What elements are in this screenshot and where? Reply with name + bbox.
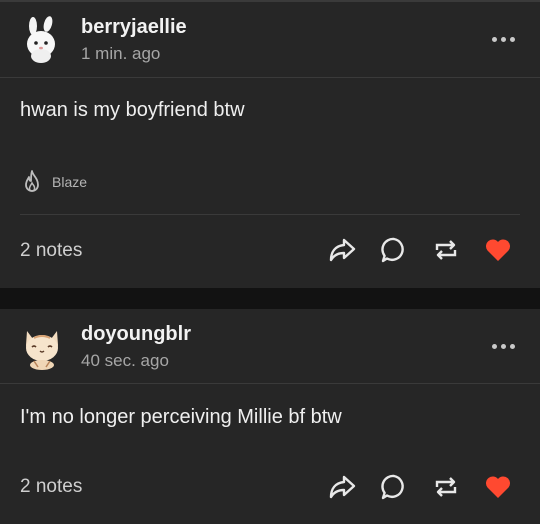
notes-count[interactable]: 2 notes	[20, 240, 82, 262]
reply-button[interactable]	[378, 471, 410, 503]
divider	[20, 214, 520, 215]
post-actions	[326, 234, 514, 266]
more-icon	[509, 343, 515, 349]
post-card: berryjaellie 1 min. ago hwan is my boyfr…	[0, 0, 540, 288]
notes-count[interactable]: 2 notes	[20, 476, 82, 498]
more-options-button[interactable]	[488, 32, 518, 46]
share-button[interactable]	[326, 234, 358, 266]
post-card: doyoungblr 40 sec. ago I'm no longer per…	[0, 309, 540, 524]
reblog-icon	[435, 477, 457, 497]
post-header: berryjaellie 1 min. ago	[0, 2, 540, 78]
post-timestamp: 40 sec. ago	[81, 351, 169, 370]
divider	[0, 77, 540, 78]
avatar[interactable]	[20, 16, 64, 64]
more-options-button[interactable]	[488, 339, 518, 353]
post-header: doyoungblr 40 sec. ago	[0, 309, 540, 385]
blaze-button[interactable]: Blaze	[20, 165, 87, 199]
more-icon	[509, 36, 515, 42]
more-icon	[491, 36, 497, 42]
heart-icon	[485, 239, 511, 261]
flame-icon	[25, 170, 39, 192]
post-text: hwan is my boyfriend btw	[20, 99, 245, 121]
avatar[interactable]	[20, 323, 64, 371]
more-icon	[500, 343, 506, 349]
more-icon	[500, 36, 506, 42]
reblog-button[interactable]	[430, 234, 462, 266]
reblog-button[interactable]	[430, 471, 462, 503]
reply-icon	[381, 474, 404, 500]
post-actions	[326, 471, 514, 503]
white-bunny-avatar-icon	[27, 16, 55, 63]
share-icon	[329, 238, 356, 262]
username[interactable]: doyoungblr	[81, 323, 191, 346]
heart-icon	[485, 476, 511, 498]
more-icon	[491, 343, 497, 349]
reply-icon	[381, 237, 404, 263]
reblog-icon	[435, 240, 457, 260]
share-icon	[329, 475, 356, 499]
post-timestamp: 1 min. ago	[81, 44, 161, 63]
post-text: I'm no longer perceiving Millie bf btw	[20, 406, 342, 428]
username[interactable]: berryjaellie	[81, 16, 187, 39]
like-button[interactable]	[482, 234, 514, 266]
reply-button[interactable]	[378, 234, 410, 266]
share-button[interactable]	[326, 471, 358, 503]
blaze-label: Blaze	[52, 174, 88, 190]
like-button[interactable]	[482, 471, 514, 503]
cat-avatar-icon	[26, 331, 58, 370]
divider	[0, 383, 540, 384]
